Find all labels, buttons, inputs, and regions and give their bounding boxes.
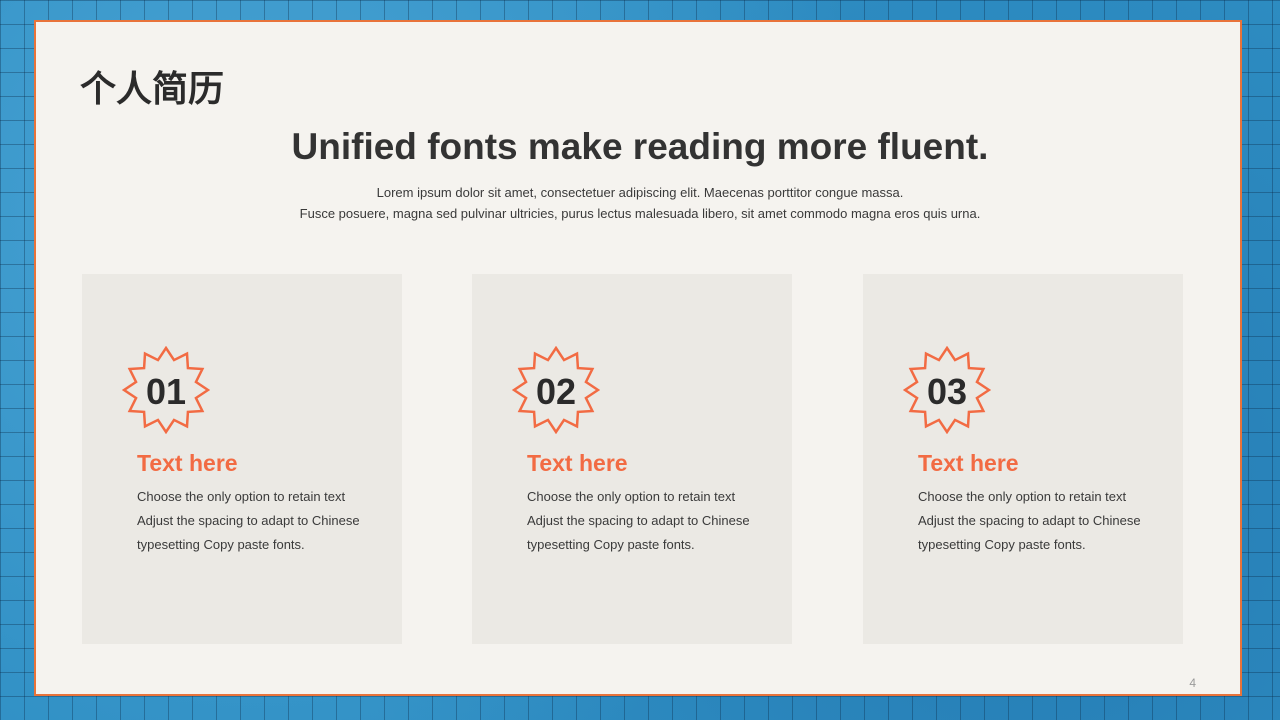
card-number: 03 [926, 371, 968, 412]
card-body-line: Choose the only option to retain text [137, 489, 346, 504]
card-number: 02 [535, 371, 577, 412]
card-title: Text here [137, 450, 238, 476]
starburst-badge-icon: 03 [903, 346, 991, 434]
card-body-line: typesetting Copy paste fonts. [918, 537, 1086, 552]
feature-card-1: 01 Text here Choose the only option to r… [82, 274, 402, 644]
card-body-line: Choose the only option to retain text [918, 489, 1127, 504]
card-body: Choose the only option to retain text Ad… [527, 485, 777, 557]
slide-subtitle: Unified fonts make reading more fluent. [291, 126, 989, 167]
starburst-badge-icon: 02 [512, 346, 600, 434]
slide-description: Lorem ipsum dolor sit amet, consectetuer… [36, 182, 1244, 224]
card-body-line: typesetting Copy paste fonts. [137, 537, 305, 552]
description-line: Lorem ipsum dolor sit amet, consectetuer… [376, 185, 904, 200]
card-body: Choose the only option to retain text Ad… [137, 485, 387, 557]
feature-card-2: 02 Text here Choose the only option to r… [472, 274, 792, 644]
card-body-line: Adjust the spacing to adapt to Chinese [137, 513, 360, 528]
card-body: Choose the only option to retain text Ad… [918, 485, 1168, 557]
feature-card-3: 03 Text here Choose the only option to r… [863, 274, 1183, 644]
description-line: Fusce posuere, magna sed pulvinar ultric… [299, 206, 981, 221]
card-body-line: Adjust the spacing to adapt to Chinese [918, 513, 1141, 528]
slide-heading: 个人简历 [80, 69, 225, 110]
card-body-line: typesetting Copy paste fonts. [527, 537, 695, 552]
starburst-badge-icon: 01 [122, 346, 210, 434]
card-body-line: Adjust the spacing to adapt to Chinese [527, 513, 750, 528]
page-number: 4 [1189, 676, 1196, 690]
card-title: Text here [527, 450, 628, 476]
slide: 个人简历 Unified fonts make reading more flu… [34, 20, 1242, 696]
card-number: 01 [145, 371, 187, 412]
card-title: Text here [918, 450, 1019, 476]
card-body-line: Choose the only option to retain text [527, 489, 736, 504]
